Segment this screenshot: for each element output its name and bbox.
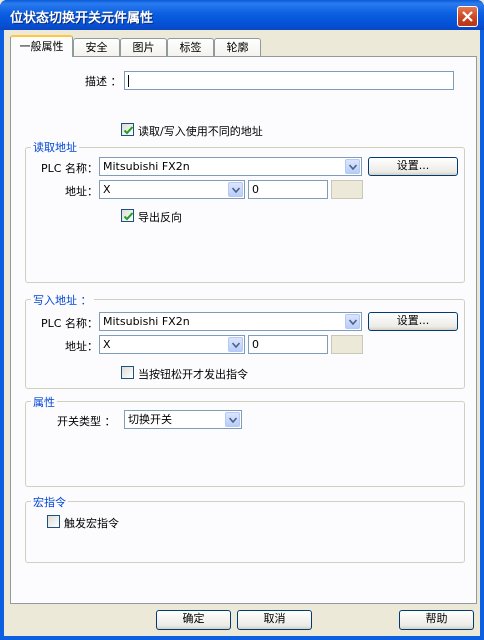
separate-rw-checkbox[interactable] [121,123,134,136]
text-caret [128,75,129,87]
close-icon [462,11,473,22]
switch-type-label: 开关类型 ： [57,415,116,428]
write-address-extra [331,335,363,354]
chevron-down-icon[interactable] [228,182,243,197]
help-button[interactable]: 帮助 [399,610,474,630]
read-address-title: 读取地址 [31,139,79,155]
release-label: 当按钮松开才发出指令 [138,368,248,381]
write-address-value: 0 [252,338,259,351]
ok-label: 确定 [182,612,205,625]
tab-label[interactable]: 标签 [167,38,214,56]
read-address-label: 地址： [65,185,98,198]
release-checkbox[interactable] [121,366,134,379]
read-address-extra [331,180,363,199]
tab-security[interactable]: 安全 [73,38,120,56]
window-frame-right [480,30,484,640]
close-button[interactable] [457,6,478,27]
read-address-input[interactable]: 0 [248,180,328,199]
tab-picture-label: 图片 [132,41,155,54]
title-bar[interactable]: 位状态切换开关元件属性 [0,0,484,30]
description-input[interactable] [124,71,454,90]
tab-outline-label: 轮廓 [226,41,249,54]
read-address-value: 0 [252,183,259,196]
switch-type-select[interactable]: 切换开关 [124,410,242,429]
chevron-down-icon[interactable] [345,159,360,174]
write-address-title: 写入地址 ： [31,292,94,308]
cancel-label: 取消 [263,612,286,625]
chevron-down-icon[interactable] [225,412,240,427]
write-address-input[interactable]: 0 [248,335,328,354]
switch-type-value: 切换开关 [128,413,172,426]
read-device-select[interactable]: X [99,180,245,199]
tab-general[interactable]: 一般属性 [10,35,73,57]
read-device-value: X [103,183,111,196]
window-title: 位状态切换开关元件属性 [10,11,154,26]
write-plc-value: Mitsubishi FX2n [103,315,190,328]
tab-panel-general: 描述 ： 读取/写入使用不同的地址 读取地址 PLC 名称： Mitsubish… [10,56,477,604]
tab-label-label: 标签 [179,41,202,54]
window-frame-bottom [0,636,484,640]
chevron-down-icon[interactable] [228,337,243,352]
cancel-button[interactable]: 取消 [237,610,312,630]
tab-general-label: 一般属性 [19,40,64,53]
attributes-title: 属性 [31,394,57,410]
write-device-select[interactable]: X [99,335,245,354]
read-settings-label: 设置... [396,159,430,172]
write-plc-label: PLC 名称： [41,317,98,330]
separate-rw-label: 读取/写入使用不同的地址 [138,125,263,138]
dialog-client: 一般属性 安全 图片 标签 轮廓 描述 ： 读取/写入使用不同的地址 读取地址 … [4,30,480,636]
read-plc-select[interactable]: Mitsubishi FX2n [99,157,362,176]
read-invert-checkbox[interactable] [121,209,134,222]
read-invert-label: 导出反向 [138,211,182,224]
chevron-down-icon[interactable] [345,314,360,329]
description-label: 描述 ： [85,75,122,88]
read-plc-value: Mitsubishi FX2n [103,160,190,173]
macro-group [25,501,465,563]
write-address-label: 地址： [65,340,98,353]
write-settings-label: 设置... [396,314,430,327]
write-plc-select[interactable]: Mitsubishi FX2n [99,312,362,331]
write-device-value: X [103,338,111,351]
tab-picture[interactable]: 图片 [120,38,167,56]
tab-outline[interactable]: 轮廓 [214,38,261,56]
read-settings-button[interactable]: 设置... [368,157,458,176]
check-icon [123,212,134,221]
read-plc-label: PLC 名称： [41,162,98,175]
macro-title: 宏指令 [31,494,68,510]
tab-security-label: 安全 [85,41,108,54]
write-settings-button[interactable]: 设置... [368,312,458,331]
help-label: 帮助 [425,612,448,625]
trigger-macro-checkbox[interactable] [47,515,60,528]
dialog-window: 位状态切换开关元件属性 一般属性 安全 图片 标签 轮廓 描述 ： 读取/写入使… [0,0,484,640]
trigger-macro-label: 触发宏指令 [64,517,119,530]
ok-button[interactable]: 确定 [156,610,231,630]
check-icon [123,126,134,135]
